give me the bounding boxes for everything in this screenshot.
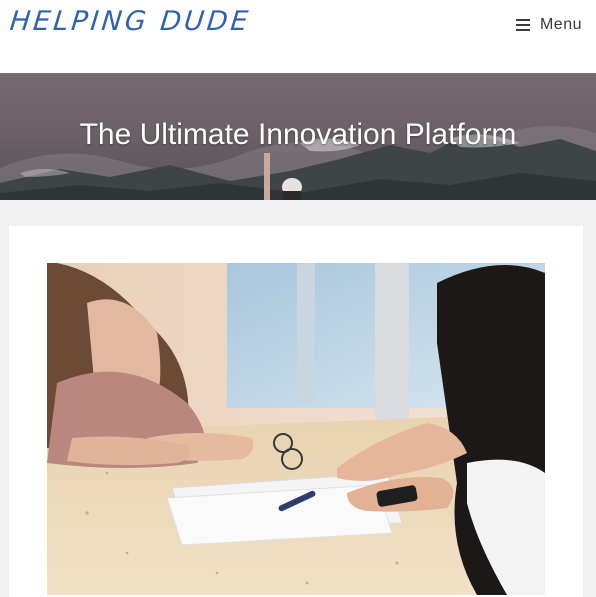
featured-image[interactable] <box>47 263 545 595</box>
site-header: HELPING DUDE Menu <box>0 0 596 73</box>
hamburger-icon <box>515 19 530 31</box>
menu-label: Menu <box>539 16 582 33</box>
page-banner: The Ultimate Innovation Platform <box>0 73 596 200</box>
page-title: The Ultimate Innovation Platform <box>79 118 517 151</box>
two-women-meeting-photo <box>47 263 545 595</box>
site-logo[interactable]: HELPING DUDE <box>8 6 252 37</box>
content-card <box>9 226 583 597</box>
menu-toggle-button[interactable]: Menu <box>515 16 582 34</box>
